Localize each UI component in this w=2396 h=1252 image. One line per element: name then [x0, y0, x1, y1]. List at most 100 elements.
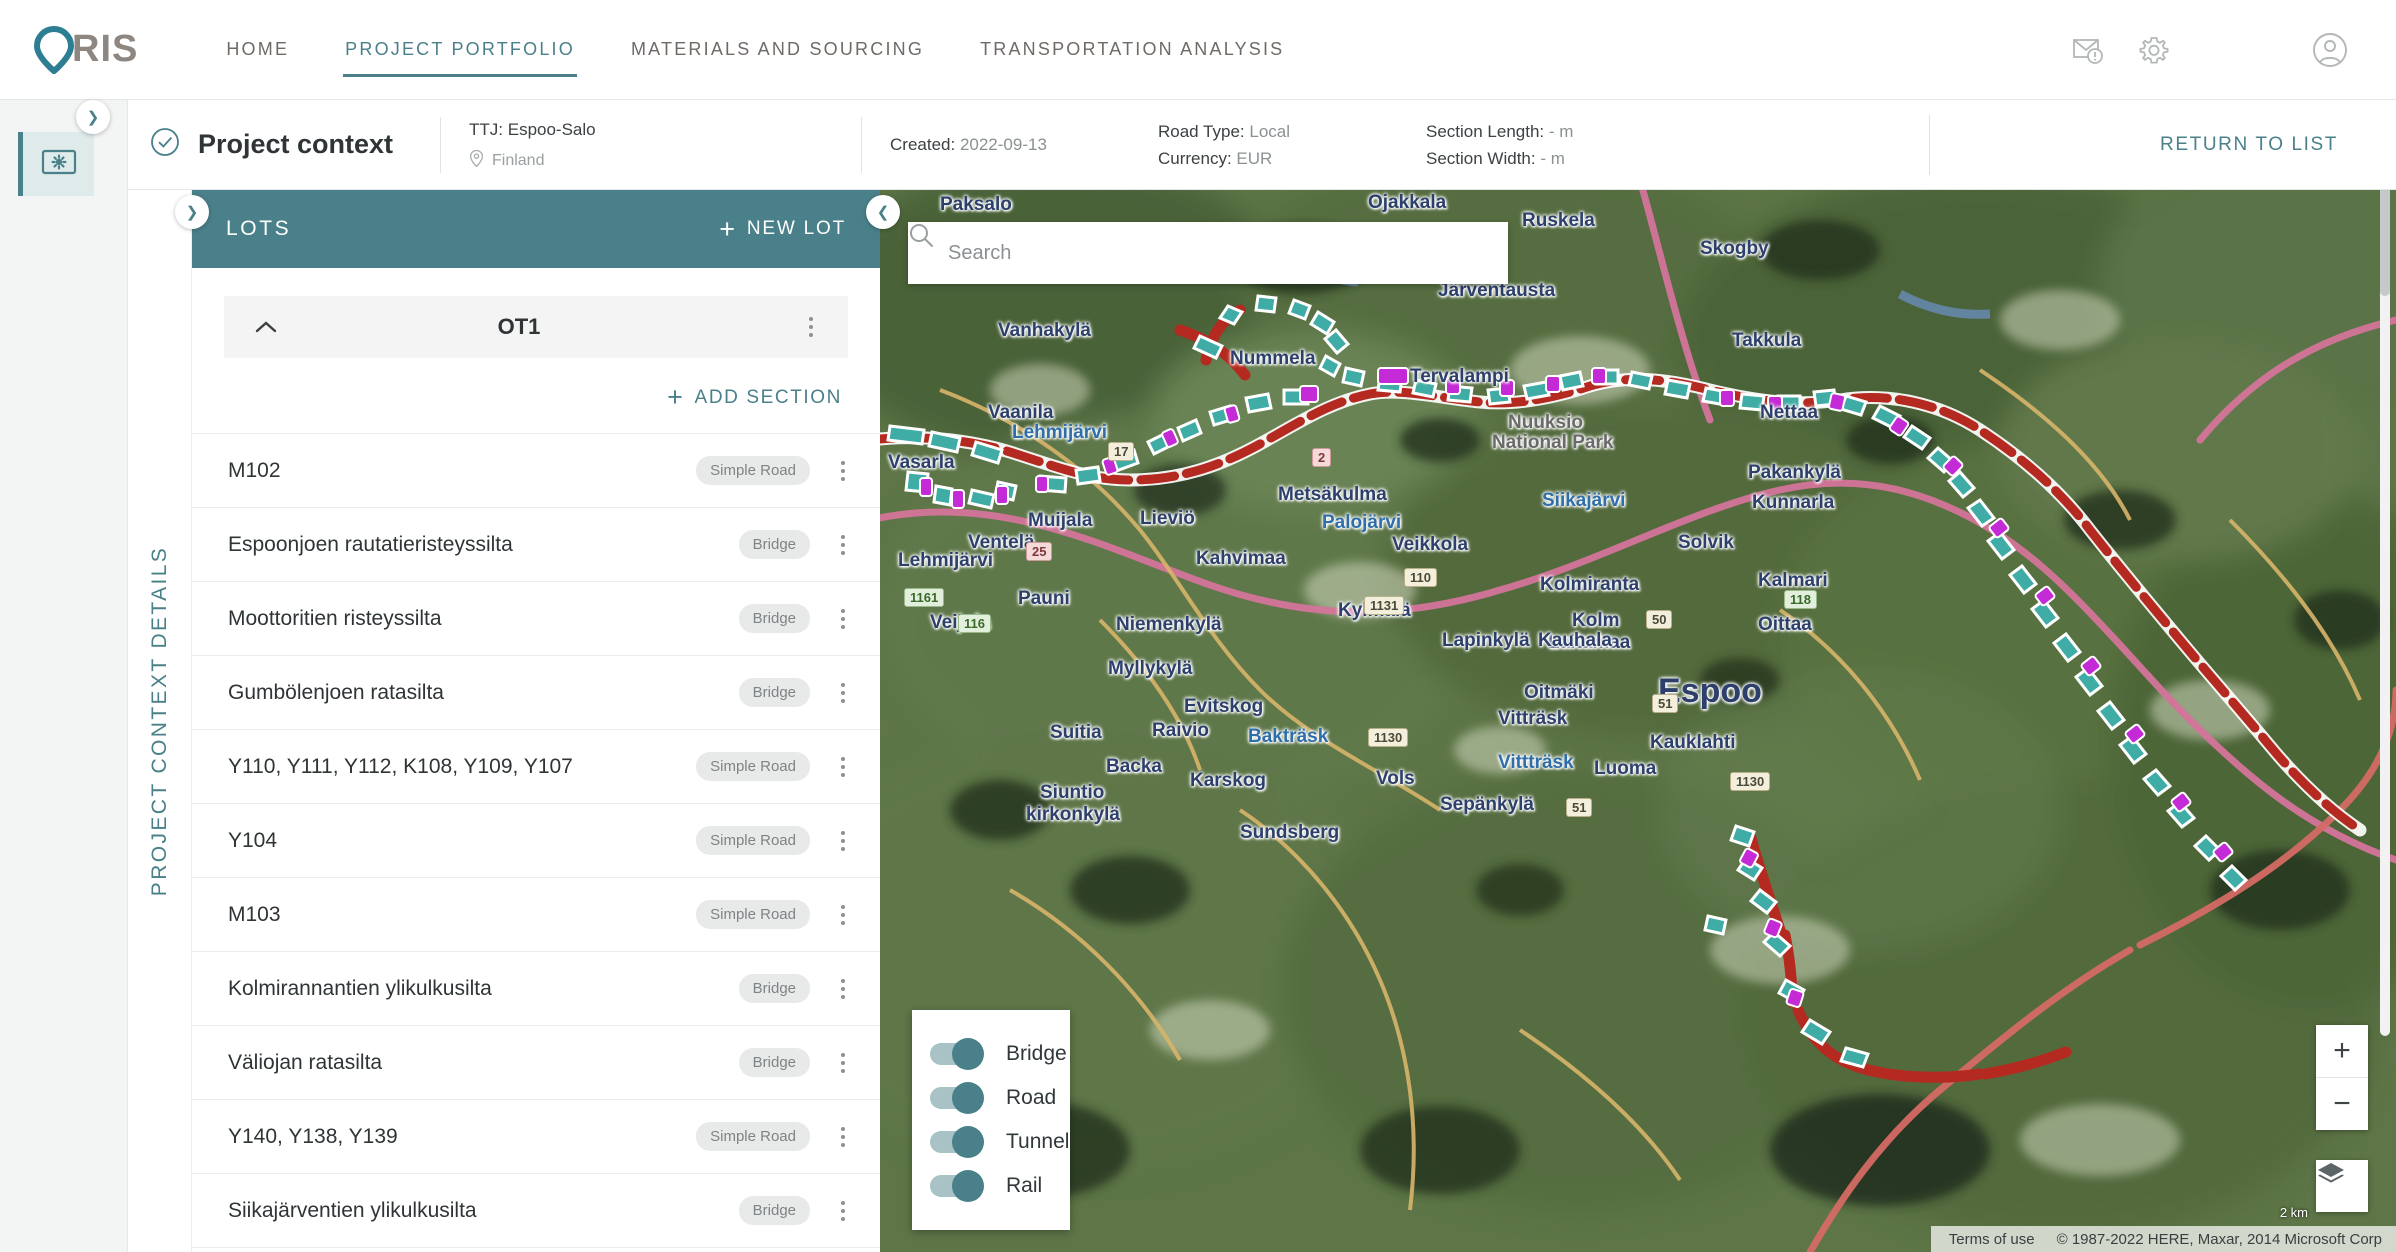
plus-icon: +	[719, 213, 737, 244]
map-zoom-controls: + −	[2316, 1025, 2368, 1130]
section-row[interactable]: Y140, Y138, Y139 Simple Road	[192, 1100, 880, 1174]
section-type-badge: Simple Road	[696, 752, 810, 781]
map-attribution: Terms of use © 1987-2022 HERE, Maxar, 20…	[1930, 1226, 2396, 1252]
terms-of-use-link[interactable]: Terms of use	[1949, 1231, 2035, 1248]
section-name: Y140, Y138, Y139	[228, 1124, 398, 1148]
section-length-label: Section Length:	[1426, 121, 1545, 141]
section-kebab-menu-icon[interactable]	[826, 756, 860, 777]
new-lot-button[interactable]: + NEW LOT	[719, 213, 846, 244]
section-type-badge: Bridge	[738, 530, 810, 559]
nav-link-transportation-analysis[interactable]: TRANSPORTATION ANALYSIS	[952, 0, 1312, 99]
nav-link-project-portfolio[interactable]: PROJECT PORTFOLIO	[317, 0, 603, 99]
legend-label: Rail	[1006, 1174, 1043, 1197]
section-row[interactable]: M102 Simple Road	[192, 434, 880, 508]
project-settings-icon	[41, 148, 77, 181]
section-kebab-menu-icon[interactable]	[826, 904, 860, 925]
toggle-switch[interactable]	[930, 1170, 984, 1202]
section-row[interactable]: Y110, Y111, Y112, K108, Y109, Y107 Simpl…	[192, 730, 880, 804]
created-label: Created:	[890, 135, 956, 154]
map-search-box[interactable]: Search	[908, 222, 1508, 284]
project-name: Espoo-Salo	[507, 120, 596, 139]
toggle-switch[interactable]	[930, 1126, 984, 1158]
legend-label: Road	[1006, 1086, 1057, 1109]
created-value: 2022-09-13	[959, 135, 1047, 154]
nav-right-icons	[2068, 30, 2350, 70]
section-name: Siikajärventien ylikulkusilta	[228, 1198, 477, 1222]
section-row[interactable]: Kolmirannantien ylikulkusilta Bridge	[192, 952, 880, 1026]
section-row[interactable]: Moottoritien risteyssilta Bridge	[192, 582, 880, 656]
project-name-line: TTJ: Espoo-Salo	[469, 116, 861, 143]
account-avatar-icon[interactable]	[2310, 30, 2350, 70]
section-name: M103	[228, 902, 281, 926]
legend-toggle-bridge[interactable]: Bridge	[930, 1032, 1067, 1076]
project-context-details-tab[interactable]: PROJECT CONTEXT DETAILS	[128, 190, 192, 1252]
search-input[interactable]: Search	[948, 242, 1011, 265]
section-row[interactable]: Espoonjoen rautatieristeyssilta Bridge	[192, 508, 880, 582]
main-nav-links: HOME PROJECT PORTFOLIO MATERIALS AND SOU…	[198, 0, 1312, 99]
zoom-in-button[interactable]: +	[2316, 1025, 2368, 1077]
map-canvas	[880, 190, 2396, 1252]
add-section-button[interactable]: + ADD SECTION	[192, 358, 880, 433]
legend-toggle-tunnel[interactable]: Tunnel	[930, 1120, 1069, 1164]
section-row[interactable]: Väliojan ratasilta Bridge	[192, 1026, 880, 1100]
section-kebab-menu-icon[interactable]	[826, 534, 860, 555]
section-type-badge: Bridge	[738, 974, 810, 1003]
created-field: Created: 2022-09-13	[890, 131, 1130, 158]
section-kebab-menu-icon[interactable]	[826, 1126, 860, 1147]
gear-icon[interactable]	[2134, 30, 2174, 70]
currency-label: Currency:	[1158, 148, 1232, 168]
project-label: TTJ:	[469, 120, 503, 139]
map-layer-legend: Bridge Road Tunnel Rail	[912, 1010, 1070, 1230]
expand-lots-panel-button[interactable]: ❯	[175, 195, 209, 229]
toggle-switch[interactable]	[930, 1082, 984, 1114]
section-name: Espoonjoen rautatieristeyssilta	[228, 532, 513, 556]
project-context-bar: Project context TTJ: Espoo-Salo Finland	[128, 100, 2396, 190]
section-kebab-menu-icon[interactable]	[826, 978, 860, 999]
section-length-value: - m	[1548, 121, 1574, 141]
project-identity-block: TTJ: Espoo-Salo Finland	[441, 116, 861, 173]
add-section-label: ADD SECTION	[694, 386, 842, 408]
project-location: Finland	[469, 149, 861, 173]
legend-label: Bridge	[1006, 1042, 1067, 1065]
map-view[interactable]: Paksalo Ruskela Ojakkala Skogby Enäjärvi…	[880, 190, 2396, 1252]
section-row[interactable]: M103 Simple Road	[192, 878, 880, 952]
section-kebab-menu-icon[interactable]	[826, 1052, 860, 1073]
collapse-map-panel-button[interactable]: ❮	[866, 195, 900, 229]
return-to-list-button[interactable]: RETURN TO LIST	[2160, 134, 2338, 156]
section-row[interactable]: Gumbölenjoen ratasilta Bridge	[192, 656, 880, 730]
section-kebab-menu-icon[interactable]	[826, 682, 860, 703]
toggle-switch[interactable]	[930, 1038, 984, 1070]
section-kebab-menu-icon[interactable]	[826, 1200, 860, 1221]
section-name: Moottoritien risteyssilta	[228, 606, 442, 630]
section-type-badge: Simple Road	[696, 1122, 810, 1151]
sidebar-item-project-settings[interactable]	[18, 132, 94, 196]
brand-logo[interactable]: RIS	[33, 25, 138, 75]
legend-toggle-road[interactable]: Road	[930, 1076, 1056, 1120]
expand-rail-button[interactable]: ❯	[76, 100, 110, 134]
section-kebab-menu-icon[interactable]	[826, 608, 860, 629]
lot-kebab-menu-icon[interactable]	[794, 317, 828, 337]
section-kebab-menu-icon[interactable]	[826, 830, 860, 851]
section-name: Y110, Y111, Y112, K108, Y109, Y107	[228, 754, 573, 778]
section-name: Väliojan ratasilta	[228, 1050, 383, 1074]
section-type-badge: Simple Road	[696, 826, 810, 855]
chevron-left-icon: ❮	[876, 204, 890, 221]
road-type-value: Local	[1249, 121, 1291, 141]
nav-link-home[interactable]: HOME	[198, 0, 317, 99]
nav-link-materials-and-sourcing[interactable]: MATERIALS AND SOURCING	[603, 0, 952, 99]
section-type-badge: Simple Road	[696, 456, 810, 485]
section-row[interactable]: Siikajärventien ylikulkusilta Bridge	[192, 1174, 880, 1248]
section-row[interactable]: Y104 Simple Road	[192, 804, 880, 878]
mail-alert-icon[interactable]	[2068, 30, 2108, 70]
legend-toggle-rail[interactable]: Rail	[930, 1164, 1052, 1208]
section-type-badge: Bridge	[738, 604, 810, 633]
map-pin-icon	[33, 25, 75, 75]
map-layers-button[interactable]	[2316, 1160, 2368, 1212]
lots-panel-scrollbar[interactable]	[2380, 96, 2390, 1036]
section-kebab-menu-icon[interactable]	[826, 460, 860, 481]
lot-row-ot1[interactable]: OT1	[224, 296, 848, 358]
divider	[1928, 114, 1930, 175]
new-lot-label: NEW LOT	[746, 218, 846, 239]
currency-value: EUR	[1236, 148, 1273, 168]
zoom-out-button[interactable]: −	[2316, 1078, 2368, 1130]
